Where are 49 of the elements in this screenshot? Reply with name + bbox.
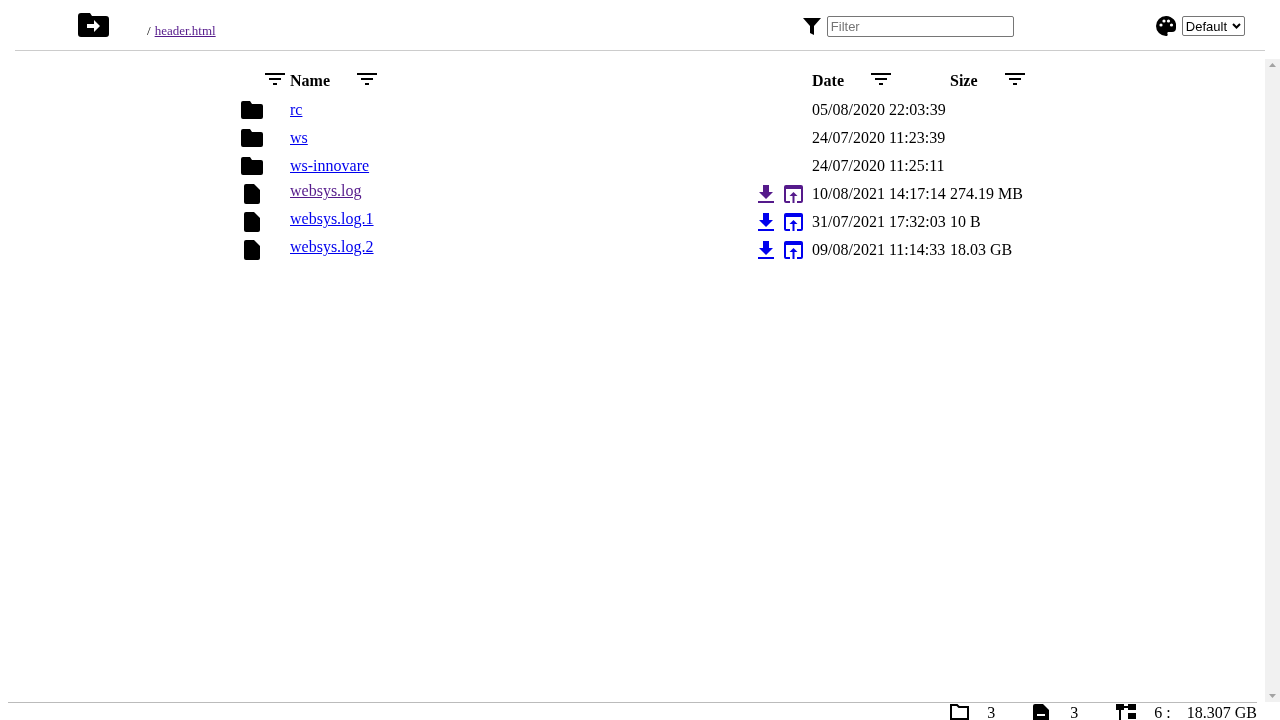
size-cell-text: 10 B xyxy=(950,213,982,231)
folder-count: 3 xyxy=(987,704,996,720)
document-icon xyxy=(1033,704,1050,720)
filter-field[interactable]: Filter xyxy=(826,15,1014,37)
sort-icon[interactable] xyxy=(1003,72,1026,86)
tree-icon xyxy=(1116,704,1137,720)
date-cell-text: 24/07/2020 11:25:11 xyxy=(812,157,946,175)
size-cell-text: 274.19 MB xyxy=(950,185,1024,203)
file-link[interactable]: ws xyxy=(290,129,308,147)
date-cell-text: 31/07/2021 17:32:03 xyxy=(812,213,947,231)
size-cell-text: 18.03 GB xyxy=(950,241,1014,259)
theme-select[interactable]: Default xyxy=(1181,16,1245,36)
file-icon xyxy=(244,240,260,260)
download-icon[interactable] xyxy=(758,213,774,231)
file-link[interactable]: websys.log xyxy=(290,182,362,200)
file-link[interactable]: rc xyxy=(290,101,303,119)
total-count: 6 : xyxy=(1154,704,1171,720)
download-icon[interactable] xyxy=(758,185,774,203)
column-header[interactable]: Name xyxy=(290,72,330,90)
sort-icon[interactable] xyxy=(264,72,286,86)
sort-icon[interactable] xyxy=(870,72,892,86)
file-icon xyxy=(244,184,260,204)
open-window-icon[interactable] xyxy=(784,213,803,231)
file-link[interactable]: websys.log.2 xyxy=(290,238,374,256)
file-count: 3 xyxy=(1070,704,1079,720)
breadcrumb-link[interactable]: header.html xyxy=(154,23,216,39)
folder-outline-icon xyxy=(949,704,971,720)
date-cell-text: 24/07/2020 11:23:39 xyxy=(812,129,947,147)
filter-icon xyxy=(802,17,821,35)
folder-icon xyxy=(241,101,263,119)
download-icon[interactable] xyxy=(758,241,774,259)
date-cell-text: 10/08/2021 14:17:14 xyxy=(812,185,947,203)
sort-icon[interactable] xyxy=(356,72,378,86)
breadcrumb-separator: / xyxy=(147,23,151,39)
open-window-icon[interactable] xyxy=(784,185,803,203)
date-cell-text: 09/08/2021 11:14:33 xyxy=(812,241,947,259)
folder-icon xyxy=(241,157,263,175)
file-icon xyxy=(244,212,260,232)
total-size: 18.307 GB xyxy=(1186,704,1257,720)
chevron-down-icon xyxy=(1232,23,1241,29)
folder-arrow-icon[interactable] xyxy=(78,13,109,37)
date-cell-text: 05/08/2020 22:03:39 xyxy=(812,101,947,119)
file-link[interactable]: websys.log.1 xyxy=(290,210,374,228)
open-window-icon[interactable] xyxy=(784,241,803,259)
file-link[interactable]: ws-innovare xyxy=(290,157,370,175)
folder-icon xyxy=(241,129,263,147)
column-header[interactable]: Date xyxy=(812,72,844,90)
column-header[interactable]: Size xyxy=(950,72,978,90)
palette-icon xyxy=(1155,16,1176,36)
